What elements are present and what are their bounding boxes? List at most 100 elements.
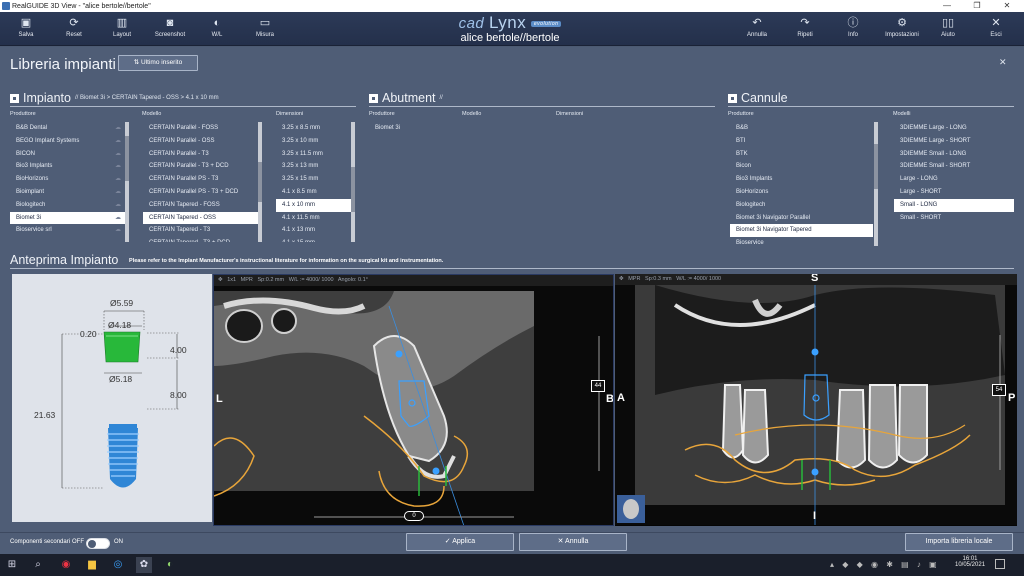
screenshot-button[interactable]: ◙ Screenshot bbox=[150, 14, 190, 44]
list-item[interactable]: Biologitech bbox=[730, 199, 873, 212]
list-item[interactable]: Bio3 Implants ☁ bbox=[10, 160, 125, 173]
list-item[interactable]: Biomet 3i Navigator Tapered bbox=[730, 224, 873, 238]
scrollbar[interactable] bbox=[258, 122, 262, 242]
collapse-icon[interactable] bbox=[728, 93, 737, 103]
edge-icon[interactable]: ◎ bbox=[110, 557, 126, 573]
list-item[interactable]: 4.1 x 13 mm bbox=[276, 224, 351, 237]
collapse-icon[interactable] bbox=[10, 93, 19, 103]
implant-producer-list[interactable]: B&B Dental ☁ BEGO Implant Systems ☁ BICON ☁ Bi… bbox=[10, 122, 125, 242]
last-inserted-button[interactable]: ⇅ Ultimo inserito bbox=[118, 55, 198, 71]
list-item[interactable]: CERTAIN Tapered - FOSS bbox=[143, 199, 258, 212]
list-item[interactable]: 3.25 x 10 mm bbox=[276, 135, 351, 148]
list-item[interactable]: CERTAIN Parallel - OSS bbox=[143, 135, 258, 148]
minimize-button[interactable]: — bbox=[932, 0, 962, 12]
settings-button[interactable]: ⚙ Impostazioni bbox=[880, 14, 924, 44]
collapse-icon[interactable] bbox=[369, 93, 378, 103]
list-item[interactable]: 4.1 x 10 mm bbox=[276, 198, 351, 212]
list-item[interactable]: 3.25 x 15 mm bbox=[276, 173, 351, 186]
list-item[interactable]: Bioimplant ☁ bbox=[10, 186, 125, 199]
abutment-producer-list[interactable]: Biomet 3i bbox=[369, 122, 454, 162]
rotation-slider-handle[interactable]: 0 bbox=[404, 511, 424, 521]
slice-slider-handle[interactable]: 44 bbox=[591, 380, 605, 392]
scrollbar[interactable] bbox=[125, 122, 129, 242]
head-orientation-icon[interactable] bbox=[617, 495, 645, 523]
realguide-icon[interactable]: ✿ bbox=[136, 557, 152, 573]
list-item[interactable]: B&B Dental ☁ bbox=[10, 122, 125, 135]
list-item[interactable]: 4.1 x 15 mm bbox=[276, 237, 351, 242]
list-item[interactable]: 3.25 x 11.5 mm bbox=[276, 148, 351, 161]
list-item[interactable]: CERTAIN Tapered - T3 + DCD bbox=[143, 237, 258, 242]
save-button[interactable]: ▣ Salva bbox=[6, 14, 46, 44]
list-item[interactable]: BICON ☁ bbox=[10, 148, 125, 161]
list-item[interactable]: Biomet 3i ☁ bbox=[10, 211, 125, 225]
list-item[interactable]: Bio3 Implants bbox=[730, 173, 873, 186]
list-item[interactable]: 3.25 x 13 mm bbox=[276, 160, 351, 173]
list-item[interactable]: CERTAIN Parallel PS - T3 + DCD bbox=[143, 186, 258, 199]
exit-button[interactable]: ✕ Esci bbox=[976, 14, 1016, 44]
move-icon[interactable]: ✥ bbox=[218, 277, 223, 283]
list-item[interactable]: CERTAIN Parallel - T3 bbox=[143, 148, 258, 161]
list-item[interactable]: 3.25 x 8.5 mm bbox=[276, 122, 351, 135]
app-icon[interactable]: ◐ bbox=[162, 557, 178, 573]
info-button[interactable]: ⓘ Info bbox=[833, 14, 873, 44]
list-item[interactable]: Small - LONG bbox=[894, 198, 1014, 212]
explorer-icon[interactable]: ▆ bbox=[84, 557, 100, 573]
undo-button[interactable]: ↶ Annulla bbox=[737, 14, 777, 44]
maximize-button[interactable]: ❐ bbox=[962, 0, 992, 12]
list-item[interactable]: Biomet 3i Navigator Parallel bbox=[730, 212, 873, 225]
measure-button[interactable]: ▭ Misura bbox=[245, 14, 285, 44]
list-item[interactable]: BEGO Implant Systems ☁ bbox=[10, 135, 125, 148]
list-item[interactable]: CERTAIN Tapered - OSS bbox=[143, 211, 258, 225]
list-item[interactable]: CERTAIN Parallel - FOSS bbox=[143, 122, 258, 135]
close-library-button[interactable]: ✕ bbox=[999, 57, 1007, 68]
close-window-button[interactable]: ✕ bbox=[992, 0, 1022, 12]
redo-button[interactable]: ↷ Ripeti bbox=[785, 14, 825, 44]
list-item[interactable]: BioHorizons ☁ bbox=[10, 173, 125, 186]
search-icon[interactable]: ⌕ bbox=[30, 557, 46, 573]
list-item[interactable]: 3DIEMME Small - LONG bbox=[894, 148, 1014, 161]
scrollbar[interactable] bbox=[351, 122, 355, 242]
list-item[interactable]: Bioservice srl ☁ bbox=[10, 224, 125, 237]
list-item[interactable]: Large - SHORT bbox=[894, 186, 1014, 199]
list-item[interactable]: Biomet 3i bbox=[369, 122, 454, 135]
cannule-producer-list[interactable]: B&B BTI BTK Bicon Bio3 Implants BioHorizons Bi… bbox=[730, 122, 873, 246]
list-item[interactable]: Bioservice bbox=[730, 237, 873, 246]
implant-dimension-list[interactable]: 3.25 x 8.5 mm 3.25 x 10 mm 3.25 x 11.5 mm 3… bbox=[276, 122, 351, 242]
secondary-components-toggle[interactable] bbox=[86, 538, 110, 549]
list-item[interactable]: Bicon bbox=[730, 160, 873, 173]
list-item[interactable]: BTK bbox=[730, 148, 873, 161]
cancel-button[interactable]: ✕ Annulla bbox=[519, 533, 627, 551]
ct-viewer-panoramic[interactable]: ✥ MPR Sp:0.3 mm W/L := 4000/ 1000 S A P … bbox=[615, 274, 1017, 526]
layout-button[interactable]: ▥ Layout bbox=[102, 14, 142, 44]
list-item[interactable]: Large - LONG bbox=[894, 173, 1014, 186]
list-item[interactable]: 3DIEMME Large - LONG bbox=[894, 122, 1014, 135]
clock[interactable]: 16:01 10/05/2021 bbox=[955, 556, 985, 568]
slice-slider-handle[interactable]: 54 bbox=[992, 384, 1006, 396]
notification-icon[interactable] bbox=[995, 559, 1005, 569]
wl-button[interactable]: ◐ W/L bbox=[197, 14, 237, 44]
list-item[interactable]: 3DIEMME Large - SHORT bbox=[894, 135, 1014, 148]
list-item[interactable]: Biologitech ☁ bbox=[10, 199, 125, 212]
move-icon[interactable]: ✥ bbox=[619, 276, 624, 282]
chrome-icon[interactable]: ◉ bbox=[58, 557, 74, 573]
apply-button[interactable]: ✓ Applica bbox=[406, 533, 514, 551]
help-button[interactable]: ▯▯ Aiuto bbox=[928, 14, 968, 44]
list-item[interactable]: BioHorizons bbox=[730, 186, 873, 199]
start-icon[interactable]: ⊞ bbox=[4, 557, 20, 573]
scrollbar[interactable] bbox=[874, 122, 878, 246]
list-item[interactable]: CERTAIN Parallel PS - T3 bbox=[143, 173, 258, 186]
list-item[interactable]: CERTAIN Parallel - T3 + DCD bbox=[143, 160, 258, 173]
list-item[interactable]: BTI bbox=[730, 135, 873, 148]
ct-viewer-cross-section[interactable]: ✥ 1x1 MPR Sp:0.2 mm W/L := 4000/ 1000 An… bbox=[213, 274, 614, 526]
list-item[interactable]: 4.1 x 11.5 mm bbox=[276, 212, 351, 225]
cannule-model-list[interactable]: 3DIEMME Large - LONG 3DIEMME Large - SHOR… bbox=[894, 122, 1014, 232]
implant-model-list[interactable]: CERTAIN Parallel - FOSS CERTAIN Parallel … bbox=[143, 122, 258, 242]
system-tray-icons[interactable]: ▴ ◆ ◆ ◉ ✱ ▤ ♪ ▣ bbox=[830, 560, 940, 569]
list-item[interactable]: 4.1 x 8.5 mm bbox=[276, 186, 351, 199]
import-local-library-button[interactable]: Importa libreria locale bbox=[905, 533, 1013, 551]
reset-button[interactable]: ⟳ Reset bbox=[54, 14, 94, 44]
list-item[interactable]: Small - SHORT bbox=[894, 212, 1014, 225]
list-item[interactable]: 3DIEMME Small - SHORT bbox=[894, 160, 1014, 173]
list-item[interactable]: CERTAIN Tapered - T3 bbox=[143, 224, 258, 237]
list-item[interactable]: B&B bbox=[730, 122, 873, 135]
